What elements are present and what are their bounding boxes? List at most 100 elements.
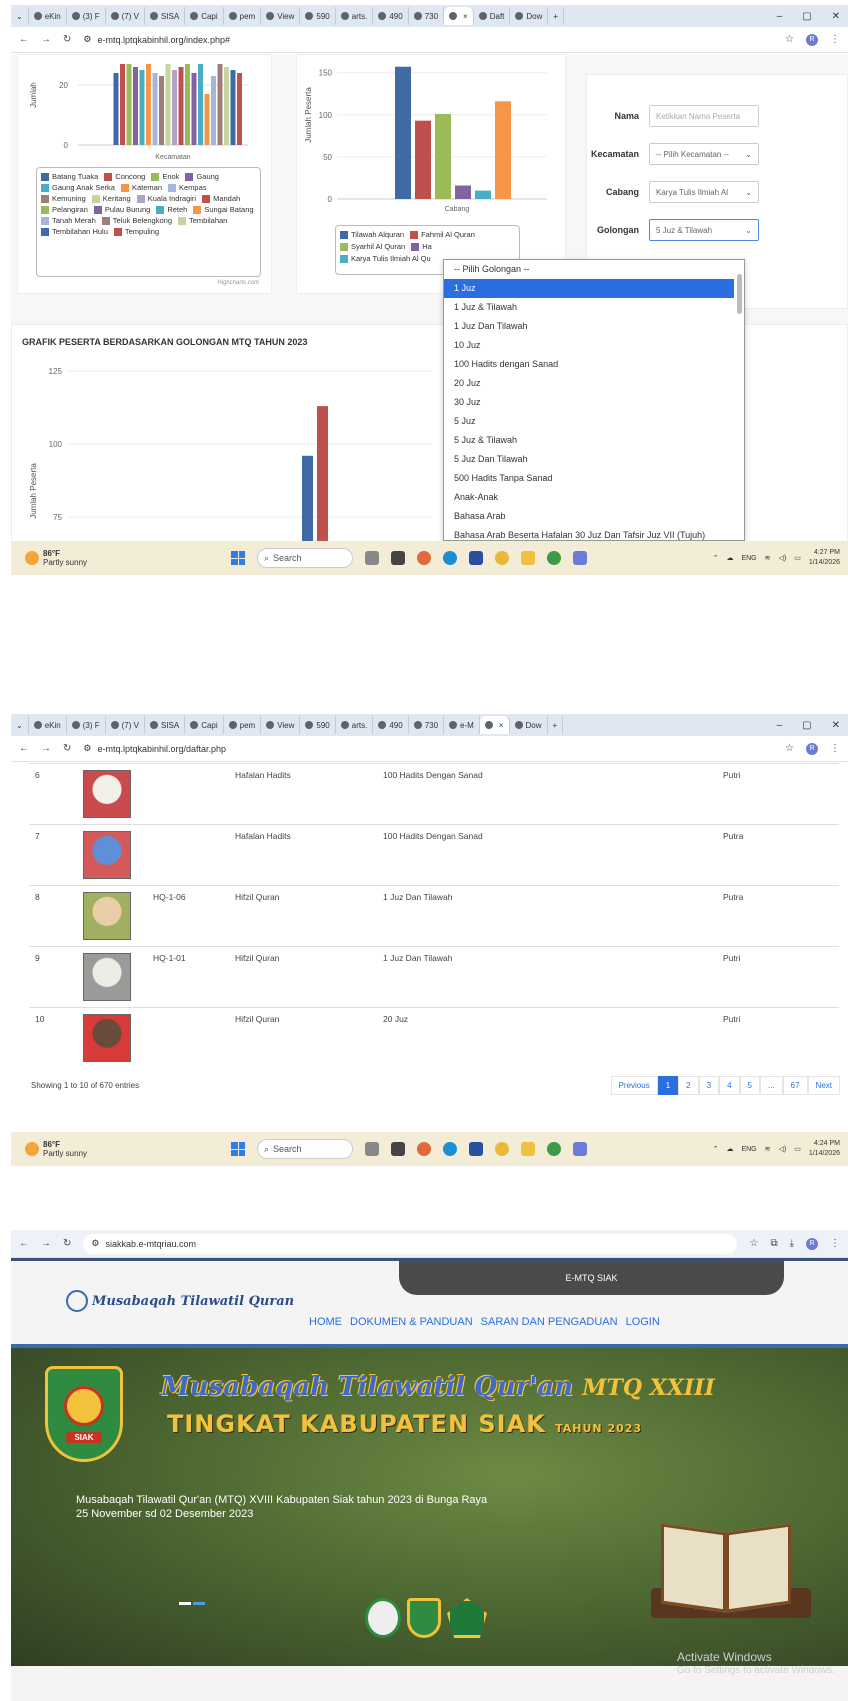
reload-icon[interactable]: ↻ — [63, 743, 71, 754]
bar[interactable] — [395, 66, 411, 199]
bar[interactable] — [302, 455, 313, 541]
menu-kebab-icon[interactable]: ⋮ — [830, 743, 840, 754]
onedrive-icon[interactable]: ☁ — [726, 554, 733, 562]
windows-start-icon[interactable] — [231, 551, 245, 565]
bar[interactable] — [230, 70, 236, 145]
dropdown-option[interactable]: 5 Juz Dan Tilawah — [444, 450, 744, 469]
legend-item[interactable]: Tanah Merah — [41, 216, 96, 225]
dropdown-option[interactable]: 1 Juz & Tilawah — [444, 298, 744, 317]
bookmark-star-icon[interactable]: ☆ — [785, 743, 794, 754]
browser-tab[interactable]: 490 — [373, 716, 409, 734]
tab-list-icon[interactable]: ⌄ — [11, 716, 29, 734]
close-window-icon[interactable]: ✕ — [832, 720, 840, 731]
bar[interactable] — [211, 76, 216, 145]
widget-icon[interactable] — [365, 551, 379, 565]
browser-tab[interactable]: 490 — [373, 7, 409, 25]
taskbar-search[interactable]: ⌕ Search — [257, 548, 353, 568]
legend-item[interactable]: Karya Tulis Ilmiah Al Qu — [340, 254, 431, 263]
profile-avatar[interactable]: R — [806, 1237, 818, 1250]
dropdown-scrollbar[interactable] — [737, 274, 742, 314]
close-window-icon[interactable]: ✕ — [832, 11, 840, 22]
browser-tab[interactable]: Capi — [185, 716, 224, 734]
legend-item[interactable]: Tembilahan Hulu — [41, 227, 108, 236]
bar[interactable] — [146, 64, 151, 145]
reload-icon[interactable]: ↻ — [63, 34, 71, 45]
bar[interactable] — [133, 67, 138, 145]
participant-photo[interactable] — [83, 770, 131, 818]
browser-tab[interactable]: SISA — [145, 716, 186, 734]
back-icon[interactable]: ← — [19, 34, 29, 45]
browser-tab[interactable]: pem — [224, 7, 262, 25]
site-info-icon[interactable]: ⚙ — [83, 34, 91, 45]
wifi-icon[interactable]: ≋ — [765, 1145, 771, 1153]
battery-icon[interactable]: ▭ — [794, 554, 801, 562]
highcharts-credit[interactable]: Highcharts.com — [217, 280, 259, 286]
bar[interactable] — [198, 64, 203, 145]
browser-tab[interactable]: Dow — [510, 716, 548, 734]
dropdown-option[interactable]: Anak-Anak — [444, 488, 744, 507]
bar[interactable] — [415, 120, 431, 199]
maximize-icon[interactable]: ▢ — [802, 720, 811, 731]
wifi-icon[interactable]: ≋ — [765, 554, 771, 562]
page-link[interactable]: ... — [759, 1076, 783, 1095]
bar[interactable] — [191, 73, 197, 145]
edge-icon[interactable] — [443, 1142, 457, 1156]
legend-item[interactable]: Tembilahan — [178, 216, 227, 225]
table-row[interactable]: 6 Hafalan Hadits 100 Hadits Dengan Sanad Pu… — [29, 763, 839, 825]
nav-link[interactable]: DOKUMEN & PANDUAN — [350, 1316, 473, 1328]
browser-tab[interactable]: × — [479, 716, 510, 734]
language-indicator[interactable]: ENG — [741, 555, 756, 562]
browser-tab[interactable]: eKin — [29, 7, 67, 25]
onedrive-icon[interactable]: ☁ — [726, 1145, 733, 1153]
close-tab-icon[interactable]: × — [499, 721, 504, 730]
forward-icon[interactable]: → — [41, 743, 51, 754]
browser-tab[interactable]: View — [261, 7, 301, 25]
bookmark-star-icon[interactable]: ☆ — [749, 1238, 758, 1249]
tab-list-icon[interactable]: ⌄ — [11, 7, 29, 25]
chrome-icon[interactable] — [547, 1142, 561, 1156]
download-icon[interactable]: ⤓ — [790, 1238, 794, 1249]
bar[interactable] — [237, 73, 242, 145]
participant-photo[interactable] — [83, 831, 131, 879]
bar[interactable] — [120, 64, 125, 145]
weather-widget[interactable]: 86°F Partly sunny — [11, 549, 211, 567]
volume-icon[interactable]: ◁) — [779, 554, 787, 562]
legend-item[interactable]: Reteh — [156, 205, 187, 214]
reload-icon[interactable]: ↻ — [63, 1238, 71, 1249]
task-view-icon[interactable] — [391, 1142, 405, 1156]
carousel-dot[interactable] — [193, 1602, 205, 1605]
chevron-up-icon[interactable]: ⌃ — [713, 554, 719, 562]
widget-icon[interactable] — [365, 1142, 379, 1156]
page-link[interactable]: 3 — [698, 1076, 720, 1095]
legend-item[interactable]: Tempuling — [113, 227, 159, 236]
bar[interactable] — [152, 73, 158, 145]
golongan-select[interactable]: 5 Juz & Tilawah ⌄ — [649, 219, 759, 241]
weather-widget[interactable]: 86°F Partly sunny — [11, 1140, 211, 1158]
legend-item[interactable]: Kemuning — [41, 194, 86, 203]
bookmark-star-icon[interactable]: ☆ — [785, 34, 794, 45]
close-tab-icon[interactable]: × — [463, 12, 468, 21]
legend-item[interactable]: Mandah — [202, 194, 240, 203]
extensions-icon[interactable]: ⧉ — [770, 1238, 777, 1249]
menu-kebab-icon[interactable]: ⋮ — [830, 1238, 840, 1249]
new-tab-icon[interactable]: + — [548, 7, 565, 25]
page-link[interactable]: 5 — [739, 1076, 760, 1095]
page-link[interactable]: 2 — [678, 1076, 699, 1095]
bar[interactable] — [126, 64, 132, 145]
browser-tab[interactable]: 590 — [300, 716, 336, 734]
bar[interactable] — [178, 67, 184, 145]
taskbar-search[interactable]: ⌕ Search — [257, 1139, 353, 1159]
bar[interactable] — [204, 94, 210, 145]
browser-tab[interactable]: 590 — [300, 7, 336, 25]
bar[interactable] — [185, 64, 190, 145]
nav-link[interactable]: HOME — [309, 1316, 342, 1328]
language-indicator[interactable]: ENG — [741, 1146, 756, 1153]
page-link[interactable]: Previous — [610, 1076, 658, 1095]
dropdown-option[interactable]: 500 Hadits Tanpa Sanad — [444, 469, 744, 488]
minimize-icon[interactable]: – — [777, 720, 783, 731]
maximize-icon[interactable]: ▢ — [802, 11, 811, 22]
page-link[interactable]: 1 — [657, 1076, 679, 1095]
edge-icon[interactable] — [443, 551, 457, 565]
back-icon[interactable]: ← — [19, 743, 29, 754]
url-field[interactable]: ⚙ e-mtq.lptqkabinhil.org/daftar.php — [83, 743, 773, 754]
